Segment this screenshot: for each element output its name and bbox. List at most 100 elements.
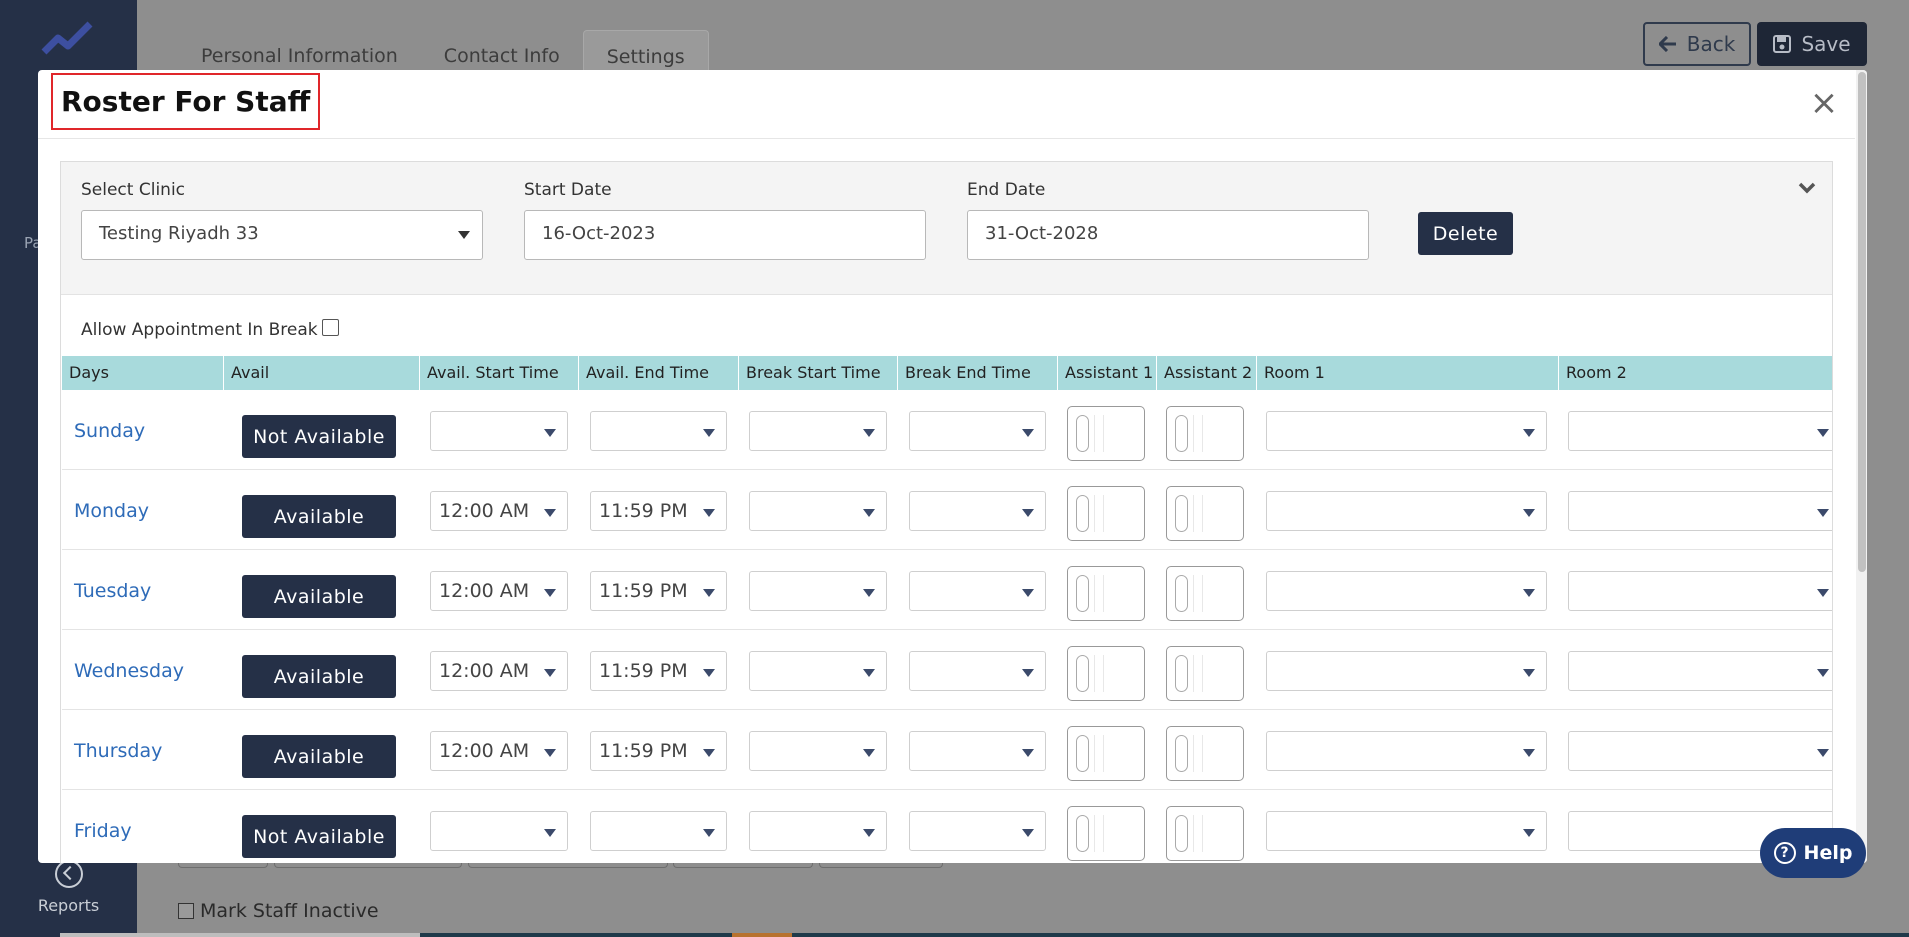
header-assistant-2: Assistant 2 [1157,356,1257,390]
question-icon: ? [1773,842,1796,864]
table-row: Thursday Available 12:00 AM 11:59 PM [62,710,1832,790]
start-date-field[interactable]: 16-Oct-2023 [524,210,926,260]
availability-toggle-button[interactable]: Not Available [242,815,396,858]
caret-down-icon [1817,509,1829,517]
day-link[interactable]: Sunday [74,420,145,442]
room-1-select[interactable] [1266,571,1547,611]
break-start-select[interactable] [749,731,887,771]
break-start-select[interactable] [749,811,887,851]
assistant-2-toggle[interactable] [1166,486,1244,541]
room-2-select[interactable] [1568,411,1832,451]
mark-inactive-checkbox[interactable] [178,903,194,919]
toggle-track [1193,735,1203,772]
clinic-select[interactable]: Testing Riyadh 33 [81,210,483,260]
caret-down-icon [1022,429,1034,437]
bottom-strip [60,933,420,937]
avail-end-select[interactable]: 11:59 PM [590,731,727,771]
toggle-knob [1175,495,1188,532]
mark-inactive-label: Mark Staff Inactive [200,900,379,922]
avail-end-select[interactable]: 11:59 PM [590,491,727,531]
room-2-select[interactable] [1568,731,1832,771]
availability-toggle-button[interactable]: Available [242,575,396,618]
assistant-1-toggle[interactable] [1067,726,1145,781]
avail-end-select[interactable]: 11:59 PM [590,651,727,691]
avail-start-select[interactable]: 12:00 AM [430,571,568,611]
sidebar-item-label: Reports [37,896,100,915]
room-1-select[interactable] [1266,731,1547,771]
assistant-2-toggle[interactable] [1166,406,1244,461]
break-end-select[interactable] [909,651,1046,691]
avail-end-value: 11:59 PM [599,660,688,682]
assistant-1-toggle[interactable] [1067,406,1145,461]
assistant-2-toggle[interactable] [1166,566,1244,621]
tab-contact-info[interactable]: Contact Info [421,30,583,70]
save-button[interactable]: Save [1757,22,1867,66]
day-link[interactable]: Friday [74,820,132,842]
back-button[interactable]: Back [1643,22,1751,66]
availability-toggle-button[interactable]: Available [242,655,396,698]
break-end-select[interactable] [909,731,1046,771]
break-start-select[interactable] [749,571,887,611]
room-1-select[interactable] [1266,411,1547,451]
break-end-select[interactable] [909,491,1046,531]
avail-end-select[interactable]: 11:59 PM [590,571,727,611]
avail-end-select[interactable] [590,411,727,451]
avail-end-select[interactable] [590,811,727,851]
avail-start-select[interactable] [430,411,568,451]
break-end-select[interactable] [909,411,1046,451]
tab-personal-information[interactable]: Personal Information [178,30,421,70]
end-date-field[interactable]: 31-Oct-2028 [967,210,1369,260]
sidebar-item-reports[interactable]: Reports [0,860,137,915]
break-end-select[interactable] [909,811,1046,851]
tab-settings[interactable]: Settings [582,30,709,70]
clinic-label: Select Clinic [81,180,186,200]
caret-down-icon [703,589,715,597]
avail-start-select[interactable]: 12:00 AM [430,491,568,531]
day-link[interactable]: Tuesday [74,580,151,602]
chevron-down-icon[interactable] [1797,178,1817,198]
availability-toggle-button[interactable]: Not Available [242,415,396,458]
break-start-select[interactable] [749,651,887,691]
assistant-1-toggle[interactable] [1067,806,1145,861]
toggle-track [1193,655,1203,692]
room-2-select[interactable] [1568,491,1832,531]
assistant-1-toggle[interactable] [1067,486,1145,541]
room-1-select[interactable] [1266,811,1547,851]
assistant-2-toggle[interactable] [1166,726,1244,781]
assistant-1-toggle[interactable] [1067,646,1145,701]
modal-scrollbar-thumb[interactable] [1858,72,1866,572]
break-start-select[interactable] [749,411,887,451]
clinic-select-value: Testing Riyadh 33 [99,223,259,244]
availability-toggle-button[interactable]: Available [242,735,396,778]
caret-down-icon [863,509,875,517]
header-avail-end: Avail. End Time [579,356,739,390]
assistant-2-toggle[interactable] [1166,806,1244,861]
close-icon[interactable]: × [1808,86,1840,120]
toggle-knob [1076,655,1089,692]
break-start-select[interactable] [749,491,887,531]
assistant-1-toggle[interactable] [1067,566,1145,621]
availability-toggle-button[interactable]: Available [242,495,396,538]
break-end-select[interactable] [909,571,1046,611]
delete-button[interactable]: Delete [1418,212,1513,255]
allow-break-checkbox[interactable] [321,318,339,336]
room-2-select[interactable] [1568,571,1832,611]
day-link[interactable]: Thursday [74,740,162,762]
mark-inactive-checkbox-row[interactable]: Mark Staff Inactive [178,900,379,922]
toggle-knob [1076,415,1089,452]
caret-down-icon [703,669,715,677]
assistant-2-toggle[interactable] [1166,646,1244,701]
room-1-select[interactable] [1266,651,1547,691]
logo-icon [41,21,93,55]
toggle-track [1094,815,1104,852]
avail-start-select[interactable] [430,811,568,851]
caret-down-icon [544,749,556,757]
room-1-select[interactable] [1266,491,1547,531]
avail-start-select[interactable]: 12:00 AM [430,651,568,691]
help-button[interactable]: ? Help [1760,828,1866,878]
day-link[interactable]: Monday [74,500,149,522]
day-link[interactable]: Wednesday [74,660,184,682]
caret-down-icon [1523,829,1535,837]
avail-start-select[interactable]: 12:00 AM [430,731,568,771]
room-2-select[interactable] [1568,651,1832,691]
